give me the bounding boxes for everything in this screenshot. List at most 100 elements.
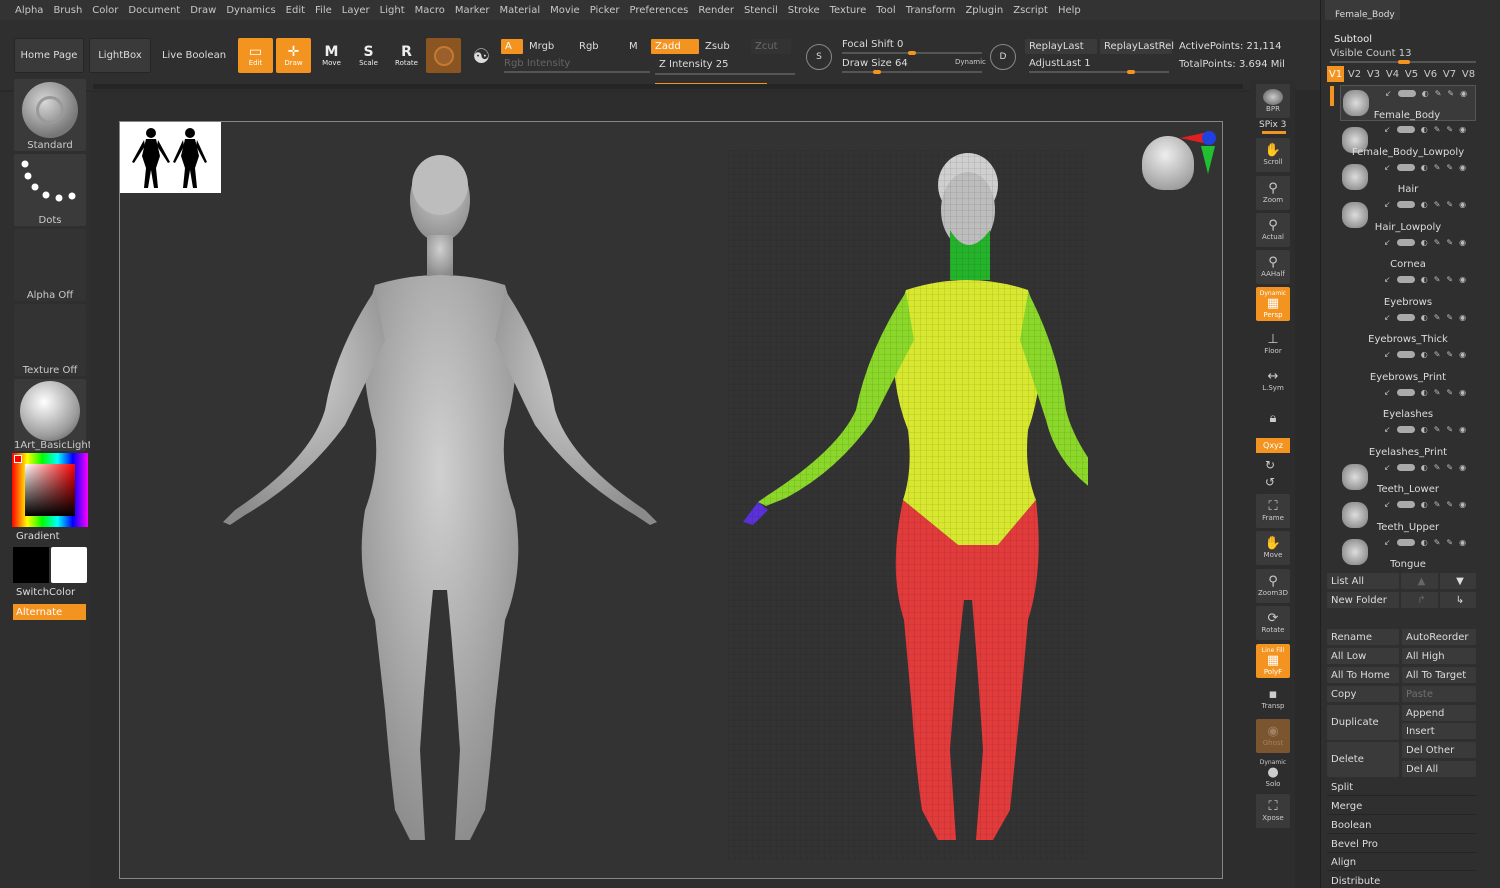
half-circle-icon[interactable]: ◐ [1421, 125, 1428, 134]
pen-icon[interactable]: ✎ [1434, 425, 1441, 434]
half-circle-icon[interactable]: ◐ [1421, 388, 1428, 397]
subtool-toggles[interactable]: ↙ ◐ ✎ ✎ ◉ [1385, 88, 1467, 98]
eye-icon[interactable]: ◉ [1459, 350, 1466, 359]
pen2-icon[interactable]: ✎ [1446, 388, 1453, 397]
bpr-button[interactable]: BPR [1256, 84, 1290, 118]
menu-zscript[interactable]: Zscript [1008, 5, 1053, 16]
del-all-button[interactable]: Del All [1402, 761, 1476, 777]
version-tab-v5[interactable]: V5 [1403, 66, 1420, 82]
subtool-item[interactable]: ↙ ◐ ✎ ✎ ◉ Eyebrows_Thick [1340, 310, 1476, 346]
subtool-toggles[interactable]: ↙ ◐ ✎ ✎ ◉ [1384, 200, 1466, 210]
menu-preferences[interactable]: Preferences [625, 5, 694, 16]
adjust-last-knob[interactable] [1127, 70, 1135, 74]
menu-dynamics[interactable]: Dynamics [221, 5, 280, 16]
live-boolean-button[interactable]: Live Boolean [157, 38, 231, 73]
menu-edit[interactable]: Edit [281, 5, 310, 16]
menu-material[interactable]: Material [494, 5, 545, 16]
menu-layer[interactable]: Layer [337, 5, 375, 16]
pen-icon[interactable]: ✎ [1434, 313, 1441, 322]
alternate-button[interactable]: Alternate [13, 604, 86, 620]
all-to-home-button[interactable]: All To Home [1327, 667, 1399, 683]
menu-draw[interactable]: Draw [185, 5, 221, 16]
lsym-button[interactable]: ↔ L.Sym [1256, 364, 1290, 398]
menu-file[interactable]: File [310, 5, 337, 16]
draw-size-knob[interactable] [873, 70, 881, 74]
append-button[interactable]: Append [1402, 705, 1476, 721]
gradient-label[interactable]: Gradient [16, 531, 60, 542]
half-circle-icon[interactable]: ◐ [1421, 425, 1428, 434]
brush-toggle-icon[interactable]: ↙ [1385, 89, 1392, 98]
align-section[interactable]: Align [1327, 855, 1477, 871]
pen2-icon[interactable]: ✎ [1446, 200, 1453, 209]
brush-toggle-icon[interactable]: ↙ [1384, 388, 1391, 397]
pen2-icon[interactable]: ✎ [1446, 500, 1453, 509]
draw-size-slider[interactable] [842, 71, 982, 73]
zcut-button[interactable]: Zcut [751, 39, 791, 54]
navigation-gizmo[interactable] [1138, 131, 1216, 212]
menu-texture[interactable]: Texture [825, 5, 872, 16]
menu-document[interactable]: Document [123, 5, 185, 16]
pen-icon[interactable]: ✎ [1434, 538, 1441, 547]
m-button[interactable]: M [625, 39, 647, 54]
version-tab-v8[interactable]: V8 [1460, 66, 1477, 82]
dot-toggle-icon[interactable] [1396, 388, 1415, 396]
frame-button[interactable]: ⛶ Frame [1256, 494, 1290, 528]
zsub-button[interactable]: Zsub [701, 39, 749, 54]
duplicate-button[interactable]: Duplicate [1327, 705, 1399, 740]
menu-tool[interactable]: Tool [871, 5, 900, 16]
brush-toggle-icon[interactable]: ↙ [1384, 350, 1391, 359]
eye-icon[interactable]: ◉ [1459, 125, 1466, 134]
material-swatch-button[interactable] [426, 38, 461, 73]
half-circle-icon[interactable]: ◐ [1421, 275, 1428, 284]
rotate-view-button[interactable]: ⟳ Rotate [1256, 606, 1290, 640]
pen2-icon[interactable]: ✎ [1447, 89, 1454, 98]
bevel-pro-section[interactable]: Bevel Pro [1327, 837, 1477, 853]
menu-zplugin[interactable]: Zplugin [960, 5, 1008, 16]
pen2-icon[interactable]: ✎ [1446, 163, 1453, 172]
half-circle-icon[interactable]: ◐ [1421, 350, 1428, 359]
half-circle-icon[interactable]: ◐ [1421, 200, 1428, 209]
pen-icon[interactable]: ✎ [1435, 89, 1442, 98]
brush-toggle-icon[interactable]: ↙ [1384, 163, 1391, 172]
subtool-item[interactable]: ↙ ◐ ✎ ✎ ◉ Hair_Lowpoly [1340, 198, 1476, 234]
menu-light[interactable]: Light [375, 5, 410, 16]
half-circle-icon[interactable]: ◐ [1422, 89, 1429, 98]
pen2-icon[interactable]: ✎ [1446, 275, 1453, 284]
rotate-z-icon[interactable]: ↺ [1265, 475, 1275, 489]
rgb-button[interactable]: Rgb [575, 39, 623, 54]
half-circle-icon[interactable]: ◐ [1421, 313, 1428, 322]
pen2-icon[interactable]: ✎ [1446, 425, 1453, 434]
dot-toggle-icon[interactable] [1396, 501, 1415, 508]
dot-toggle-icon[interactable] [1397, 89, 1416, 97]
replay-last-rel-button[interactable]: ReplayLastRel [1100, 39, 1174, 54]
polyf-button[interactable]: Line Fill ▦ PolyF [1256, 644, 1290, 678]
document-canvas[interactable] [119, 121, 1223, 879]
pen2-icon[interactable]: ✎ [1446, 350, 1453, 359]
move-down-button[interactable]: ▼ [1440, 573, 1476, 589]
visible-count-knob[interactable] [1398, 60, 1410, 64]
pen2-icon[interactable]: ✎ [1446, 238, 1453, 247]
brush-toggle-icon[interactable]: ↙ [1384, 500, 1391, 509]
menu-macro[interactable]: Macro [410, 5, 450, 16]
delete-button[interactable]: Delete [1327, 742, 1399, 777]
subtool-toggles[interactable]: ↙ ◐ ✎ ✎ ◉ [1384, 500, 1466, 510]
dot-toggle-icon[interactable] [1396, 426, 1415, 433]
version-tab-v2[interactable]: V2 [1346, 66, 1363, 82]
brush-toggle-icon[interactable]: ↙ [1384, 275, 1391, 284]
subtool-toggles[interactable]: ↙ ◐ ✎ ✎ ◉ [1384, 312, 1466, 322]
subtool-toggles[interactable]: ↙ ◐ ✎ ✎ ◉ [1384, 462, 1466, 472]
lock-button[interactable]: 🔒︎ [1256, 402, 1290, 436]
subtool-toggles[interactable]: ↙ ◐ ✎ ✎ ◉ [1384, 350, 1466, 360]
copy-button[interactable]: Copy [1327, 686, 1399, 702]
eye-icon[interactable]: ◉ [1460, 89, 1467, 98]
pen2-icon[interactable]: ✎ [1446, 463, 1453, 472]
subtool-toggles[interactable]: ↙ ◐ ✎ ✎ ◉ [1384, 162, 1466, 172]
subtool-toggles[interactable]: ↙ ◐ ✎ ✎ ◉ [1384, 537, 1466, 547]
pen-icon[interactable]: ✎ [1434, 463, 1441, 472]
subtool-item[interactable]: ↙ ◐ ✎ ✎ ◉ Eyelashes [1340, 385, 1476, 421]
lightbox-button[interactable]: LightBox [89, 38, 151, 73]
home-page-button[interactable]: Home Page [14, 38, 84, 73]
brush-toggle-icon[interactable]: ↙ [1384, 125, 1391, 134]
replay-d-icon[interactable]: D [990, 44, 1016, 70]
version-tab-v6[interactable]: V6 [1422, 66, 1439, 82]
